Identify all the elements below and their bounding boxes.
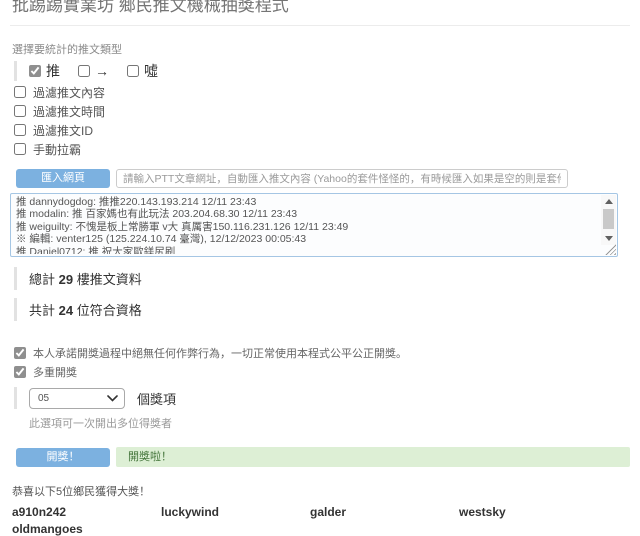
prize-count-select-wrap: 05: [29, 388, 125, 409]
boo-type-label: 噓: [144, 61, 158, 81]
filter-content-label: 過濾推文內容: [33, 84, 105, 101]
push-type-label: 推: [46, 61, 60, 81]
prize-count-block: 05 個獎項 此選項可一次開出多位得獎者: [10, 387, 630, 431]
total-pushes-text: 總計 29 樓推文資料: [29, 267, 630, 290]
manual-slot-checkbox[interactable]: [14, 143, 26, 155]
draw-status-alert: 開獎啦！: [116, 447, 630, 467]
import-url-button[interactable]: 匯入網頁: [16, 169, 110, 188]
filter-options: 過濾推文內容 過濾推文時間 過濾推文ID 手動拉霸: [10, 84, 630, 157]
draw-row: 開獎！ 開獎啦！: [16, 447, 630, 467]
total-pushes-count: 29: [59, 272, 73, 287]
boo-checkbox[interactable]: [127, 65, 139, 77]
page-title: 批踢踢實業坊 鄉民推文機械抽獎程式: [12, 0, 630, 16]
push-type-options: 推 → 噓: [29, 61, 630, 81]
draw-button[interactable]: 開獎！: [16, 448, 110, 467]
lottery-page: 批踢踢實業坊 鄉民推文機械抽獎程式 選擇要統計的推文類型 推 → 噓 過濾推文內…: [0, 0, 640, 536]
arrow-type-label: →: [95, 63, 109, 79]
qualified-text: 共計 24 位符合資格: [29, 298, 630, 321]
qualified-count: 24: [59, 303, 73, 318]
import-row: 匯入網頁: [16, 169, 630, 188]
arrow-checkbox[interactable]: [78, 65, 90, 77]
prize-count-indent: 05 個獎項: [14, 387, 630, 409]
qualified-row: 共計 24 位符合資格: [14, 298, 630, 321]
push-type-section-label: 選擇要統計的推文類型: [12, 41, 630, 57]
stats-block: 總計 29 樓推文資料 共計 24 位符合資格: [10, 267, 630, 321]
fairness-agreement-checkbox[interactable]: [14, 347, 26, 359]
winners-grid: a910n242 luckywind galder westsky oldman…: [12, 505, 630, 536]
prize-count-select[interactable]: 05: [29, 388, 125, 409]
filter-content-checkbox[interactable]: [14, 86, 26, 98]
filter-id-checkbox[interactable]: [14, 124, 26, 136]
fairness-agreement-label: 本人承諾開獎過程中絕無任何作弊行為，一切正常使用本程式公平公正開獎。: [33, 345, 407, 361]
multi-draw-checkbox[interactable]: [14, 366, 26, 378]
winner-id: westsky: [459, 505, 608, 519]
filter-time-checkbox[interactable]: [14, 105, 26, 117]
winner-id: galder: [310, 505, 459, 519]
push-content-textarea[interactable]: 推 dannydogdog: 推推220.143.193.214 12/11 2…: [16, 196, 598, 254]
results-heading: 恭喜以下5位鄉民獲得大獎！: [12, 483, 630, 499]
textarea-scrollbar[interactable]: [601, 195, 616, 245]
filter-id-label: 過濾推文ID: [33, 122, 93, 139]
filter-id-row[interactable]: 過濾推文ID: [14, 122, 630, 138]
push-content-box: 推 dannydogdog: 推推220.143.193.214 12/11 2…: [10, 193, 618, 257]
push-type-option-push[interactable]: 推: [29, 61, 60, 81]
manual-slot-label: 手動拉霸: [33, 141, 81, 158]
prize-unit-label: 個獎項: [137, 389, 176, 408]
multi-draw-row[interactable]: 多重開獎: [14, 364, 630, 379]
filter-time-label: 過濾推文時間: [33, 103, 105, 120]
article-url-input[interactable]: [116, 169, 568, 188]
scrollbar-thumb[interactable]: [603, 209, 614, 229]
divider: [10, 25, 630, 26]
scroll-down-icon[interactable]: [601, 232, 616, 245]
filter-content-row[interactable]: 過濾推文內容: [14, 84, 630, 100]
resize-grip-icon[interactable]: [605, 244, 616, 255]
total-pushes-row: 總計 29 樓推文資料: [14, 267, 630, 290]
prize-count-row: 05 個獎項: [29, 387, 630, 409]
push-type-option-arrow[interactable]: →: [78, 63, 109, 79]
winner-id: luckywind: [161, 505, 310, 519]
push-checkbox[interactable]: [29, 65, 41, 77]
winner-id: a910n242: [12, 505, 161, 519]
fairness-agreement-row[interactable]: 本人承諾開獎過程中絕無任何作弊行為，一切正常使用本程式公平公正開獎。: [14, 345, 630, 360]
scroll-up-icon[interactable]: [601, 195, 616, 208]
results-section: 恭喜以下5位鄉民獲得大獎！ a910n242 luckywind galder …: [12, 483, 630, 536]
filter-time-row[interactable]: 過濾推文時間: [14, 103, 630, 119]
push-type-option-boo[interactable]: 噓: [127, 61, 158, 81]
winner-id: oldmangoes: [12, 522, 161, 536]
manual-slot-row[interactable]: 手動拉霸: [14, 141, 630, 157]
multi-draw-hint: 此選項可一次開出多位得獎者: [29, 415, 630, 431]
push-type-group: 推 → 噓: [14, 61, 630, 81]
multi-draw-label: 多重開獎: [33, 364, 77, 380]
